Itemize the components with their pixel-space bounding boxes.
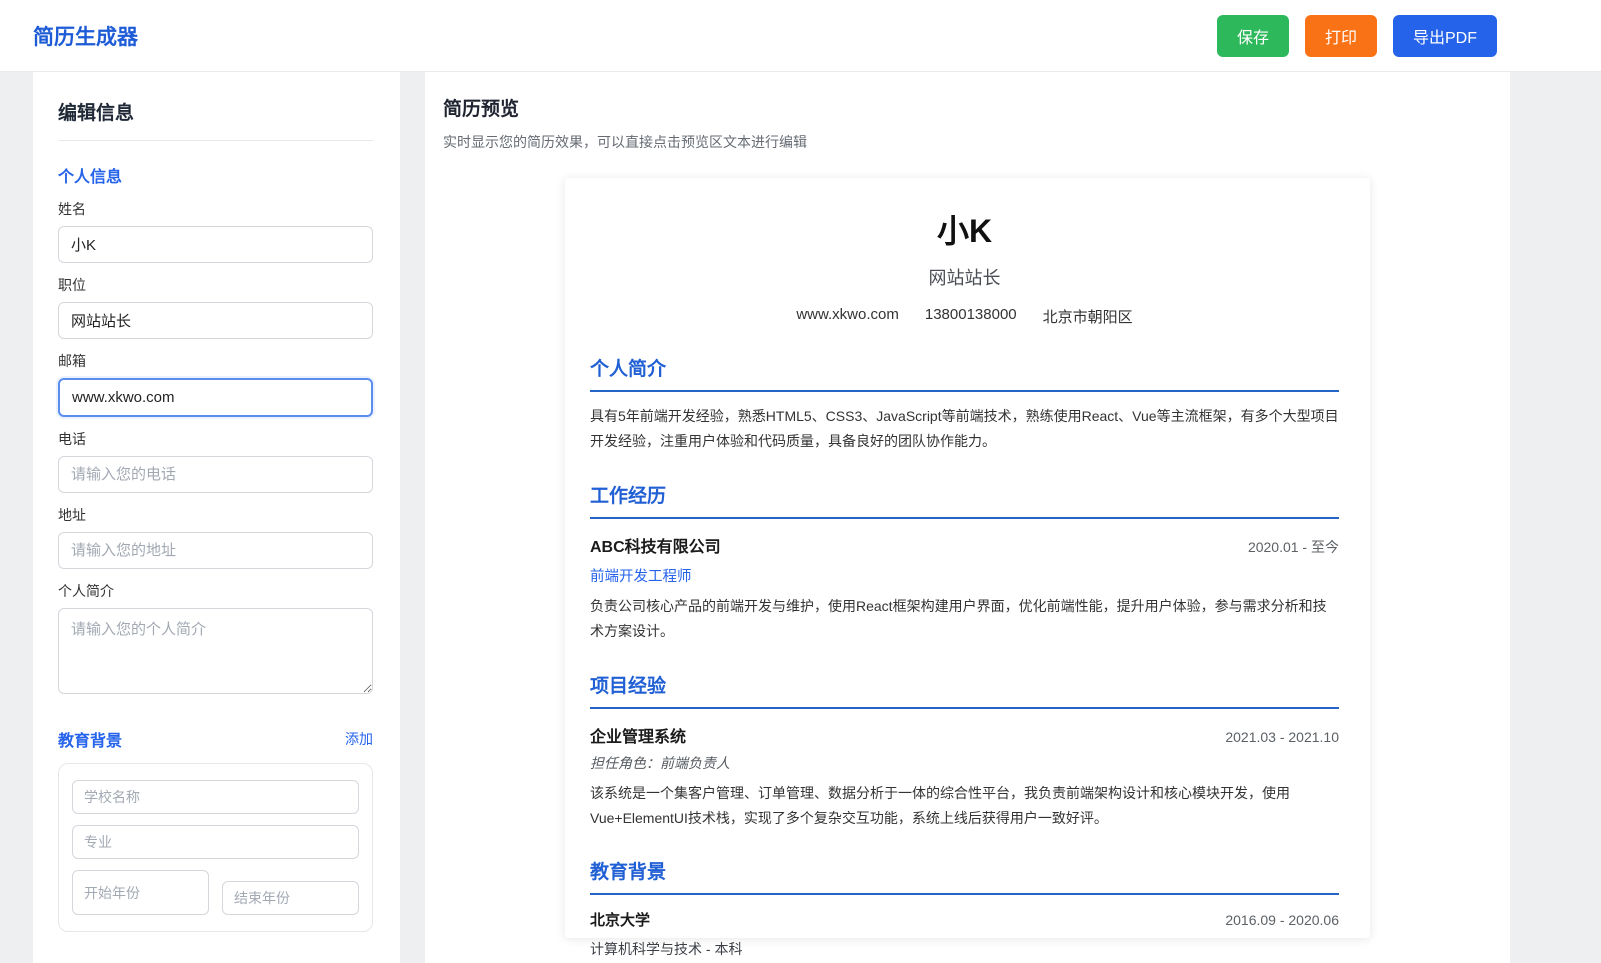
resume-card: 小K 网站站长 www.xkwo.com 13800138000 北京市朝阳区 …: [565, 178, 1370, 938]
position-field-group: 职位: [58, 275, 373, 339]
resume-contact-row: www.xkwo.com 13800138000 北京市朝阳区: [590, 306, 1339, 327]
email-label: 邮箱: [58, 351, 373, 371]
project-name[interactable]: 企业管理系统: [590, 723, 686, 747]
education-school[interactable]: 北京大学: [590, 909, 650, 930]
resume-projects-section: 项目经验 企业管理系统 2021.03 - 2021.10 担任角色：前端负责人…: [590, 671, 1339, 831]
work-period: 2020.01 - 至今: [1248, 537, 1339, 557]
resume-summary-section: 个人简介 具有5年前端开发经验，熟悉HTML5、CSS3、JavaScript等…: [590, 354, 1339, 454]
address-field-group: 地址: [58, 505, 373, 569]
app-header: 简历生成器 保存 打印 导出PDF: [0, 0, 1601, 72]
preview-panel: 简历预览 实时显示您的简历效果，可以直接点击预览区文本进行编辑 小K 网站站长 …: [425, 72, 1510, 963]
export-pdf-button[interactable]: 导出PDF: [1393, 15, 1497, 57]
project-role: 担任角色：前端负责人: [590, 753, 1339, 773]
work-role[interactable]: 前端开发工程师: [590, 565, 1339, 586]
start-year-input[interactable]: [72, 870, 209, 915]
resume-name[interactable]: 小K: [590, 206, 1339, 252]
app-title: 简历生成器: [33, 21, 138, 51]
email-field-group: 邮箱: [58, 351, 373, 417]
position-input[interactable]: [58, 302, 373, 339]
project-item-header: 企业管理系统 2021.03 - 2021.10: [590, 723, 1339, 747]
education-section-title: 教育背景: [58, 727, 122, 751]
print-button[interactable]: 打印: [1305, 15, 1377, 57]
editor-title: 编辑信息: [58, 98, 373, 141]
education-degree: 计算机科学与技术 - 本科: [590, 939, 1339, 959]
name-label: 姓名: [58, 199, 373, 219]
preview-subtitle: 实时显示您的简历效果，可以直接点击预览区文本进行编辑: [443, 132, 1492, 152]
education-section-header: 教育背景 添加: [58, 727, 373, 751]
preview-title: 简历预览: [443, 94, 1492, 121]
personal-info-section-title: 个人信息: [58, 163, 373, 187]
resume-contact-email[interactable]: www.xkwo.com: [796, 306, 899, 327]
position-label: 职位: [58, 275, 373, 295]
project-description[interactable]: 该系统是一个集客户管理、订单管理、数据分析于一体的综合性平台，我负责前端架构设计…: [590, 781, 1339, 831]
add-education-link[interactable]: 添加: [345, 729, 373, 749]
summary-label: 个人简介: [58, 581, 373, 601]
work-description[interactable]: 负责公司核心产品的前端开发与维护，使用React框架构建用户界面，优化前端性能，…: [590, 594, 1339, 644]
education-item-header: 北京大学 2016.09 - 2020.06: [590, 909, 1339, 930]
summary-textarea[interactable]: [58, 608, 373, 694]
year-row: [72, 870, 359, 915]
editor-sidebar: 编辑信息 个人信息 姓名 职位 邮箱 电话 地址 个人简介 教育背景: [33, 72, 400, 963]
resume-work-section: 工作经历 ABC科技有限公司 2020.01 - 至今 前端开发工程师 负责公司…: [590, 481, 1339, 644]
work-item-header: ABC科技有限公司 2020.01 - 至今: [590, 533, 1339, 557]
education-period: 2016.09 - 2020.06: [1225, 912, 1339, 928]
header-actions: 保存 打印 导出PDF: [1217, 15, 1497, 57]
work-company[interactable]: ABC科技有限公司: [590, 533, 721, 557]
resume-education-title: 教育背景: [590, 857, 1339, 895]
end-year-input[interactable]: [222, 881, 359, 915]
summary-field-group: 个人简介: [58, 581, 373, 699]
save-button[interactable]: 保存: [1217, 15, 1289, 57]
name-field-group: 姓名: [58, 199, 373, 263]
school-name-input[interactable]: [72, 780, 359, 814]
phone-label: 电话: [58, 429, 373, 449]
resume-education-section: 教育背景 北京大学 2016.09 - 2020.06 计算机科学与技术 - 本…: [590, 857, 1339, 959]
address-label: 地址: [58, 505, 373, 525]
resume-summary-title: 个人简介: [590, 354, 1339, 392]
email-input[interactable]: [58, 378, 373, 417]
phone-input[interactable]: [58, 456, 373, 493]
resume-projects-title: 项目经验: [590, 671, 1339, 709]
resume-summary-text[interactable]: 具有5年前端开发经验，熟悉HTML5、CSS3、JavaScript等前端技术，…: [590, 404, 1339, 454]
resume-contact-phone[interactable]: 13800138000: [925, 306, 1017, 327]
resume-work-title: 工作经历: [590, 481, 1339, 519]
name-input[interactable]: [58, 226, 373, 263]
major-input[interactable]: [72, 825, 359, 859]
education-entry-card: [58, 763, 373, 932]
phone-field-group: 电话: [58, 429, 373, 493]
resume-contact-address[interactable]: 北京市朝阳区: [1043, 306, 1133, 327]
main-content: 编辑信息 个人信息 姓名 职位 邮箱 电话 地址 个人简介 教育背景: [0, 72, 1601, 963]
address-input[interactable]: [58, 532, 373, 569]
resume-job-title[interactable]: 网站站长: [590, 264, 1339, 290]
project-period: 2021.03 - 2021.10: [1225, 729, 1339, 745]
